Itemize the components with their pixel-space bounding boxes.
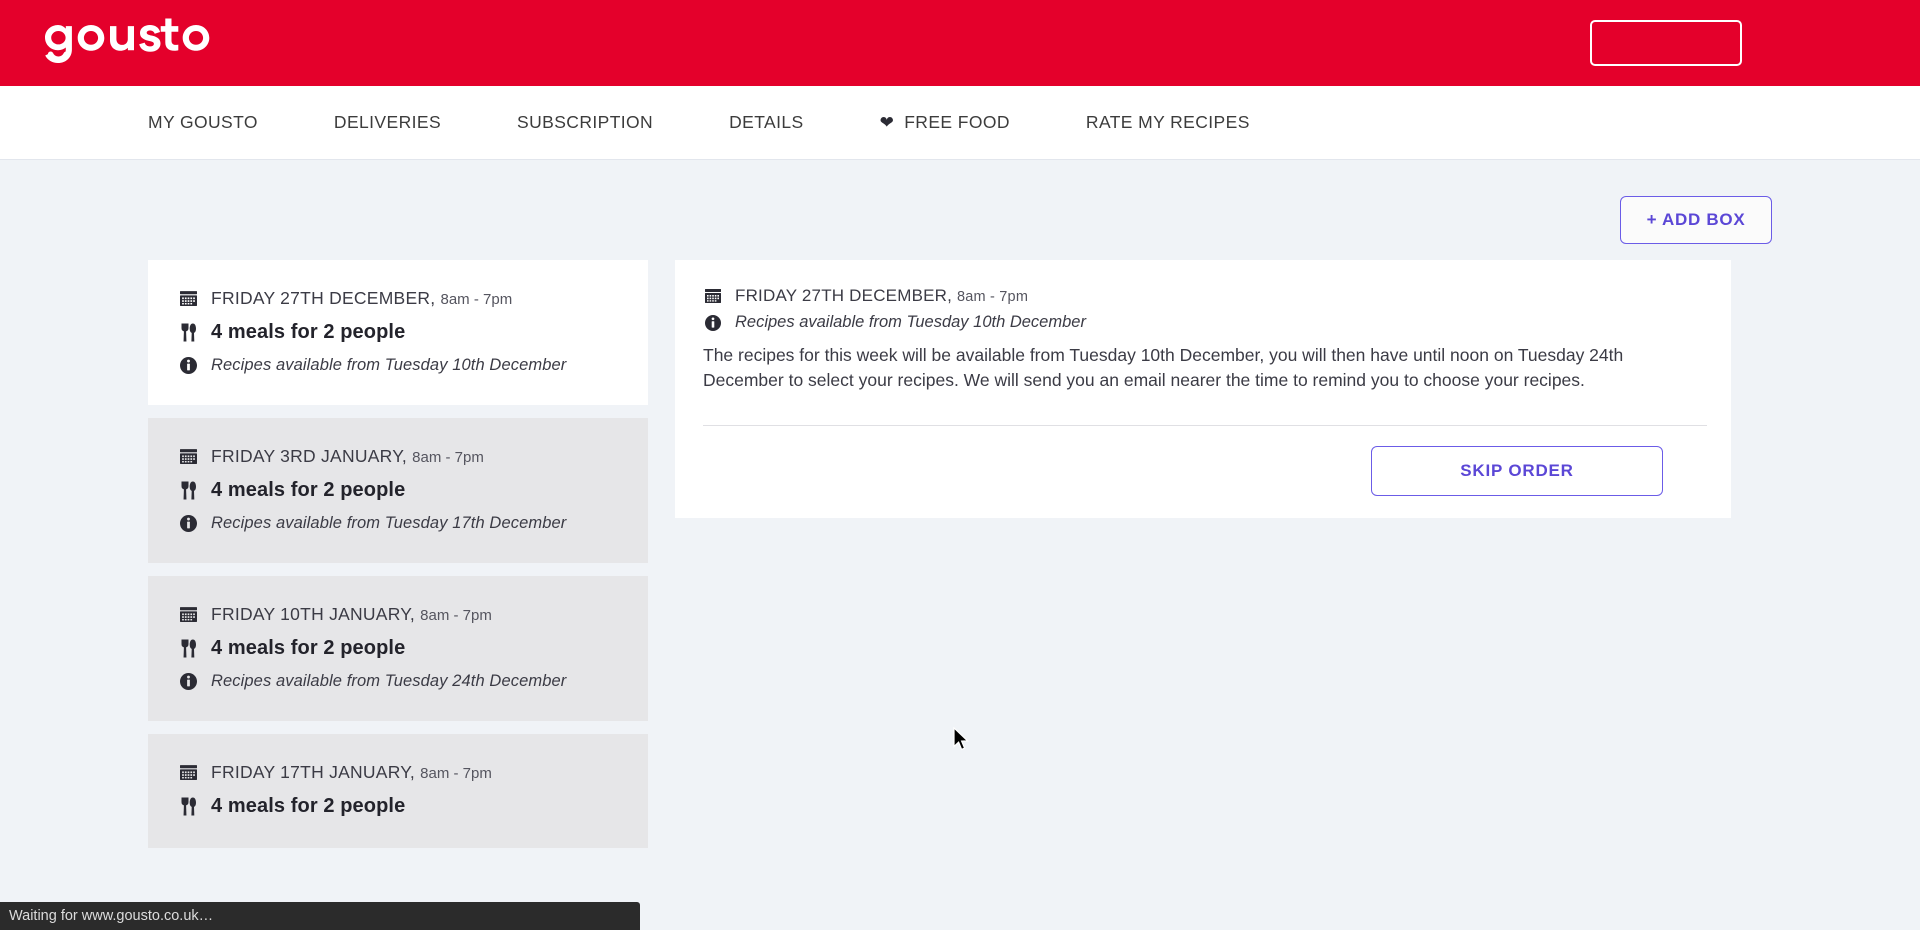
delivery-meals-row: 4 meals for 2 people xyxy=(178,479,618,502)
delivery-date: FRIDAY 3RD JANUARY, 8am - 7pm xyxy=(211,446,484,466)
delivery-detail-panel: FRIDAY 27TH DECEMBER, 8am - 7pm Recipes … xyxy=(675,260,1731,518)
delivery-date-row: FRIDAY 27TH DECEMBER, 8am - 7pm xyxy=(178,288,618,309)
delivery-time: 8am - 7pm xyxy=(420,765,492,782)
skip-order-button[interactable]: SKIP ORDER xyxy=(1371,445,1663,496)
delivery-meals: 4 meals for 2 people xyxy=(211,795,406,817)
delivery-card-1[interactable]: FRIDAY 3RD JANUARY, 8am - 7pm 4 meals fo… xyxy=(148,418,648,563)
delivery-meals-row: 4 meals for 2 people xyxy=(178,637,618,660)
delivery-recipes-row: Recipes available from Tuesday 17th Dece… xyxy=(178,514,618,533)
delivery-recipes: Recipes available from Tuesday 17th Dece… xyxy=(211,514,567,532)
detail-time: 8am - 7pm xyxy=(957,289,1029,305)
nav-label: RATE MY RECIPES xyxy=(1085,112,1250,132)
nav-label: DETAILS xyxy=(729,112,804,132)
calendar-icon xyxy=(703,288,723,304)
nav-item-rate-my-recipes[interactable]: RATE MY RECIPES xyxy=(1086,112,1250,133)
calendar-icon xyxy=(178,764,198,781)
calendar-icon xyxy=(178,448,198,465)
delivery-time: 8am - 7pm xyxy=(440,291,513,308)
cutlery-icon xyxy=(178,797,198,816)
nav-label: DELIVERIES xyxy=(333,112,442,132)
delivery-meals: 4 meals for 2 people xyxy=(211,479,406,501)
cutlery-icon xyxy=(178,323,198,342)
nav-label: MY GOUSTO xyxy=(148,112,258,132)
delivery-meals-row: 4 meals for 2 people xyxy=(178,795,618,818)
detail-divider xyxy=(703,424,1707,426)
delivery-date-row: FRIDAY 10TH JANUARY, 8am - 7pm xyxy=(178,604,618,625)
detail-actions: SKIP ORDER xyxy=(703,445,1707,496)
delivery-meals-row: 4 meals for 2 people xyxy=(178,321,618,344)
heart-icon: ❤ xyxy=(879,113,895,132)
browser-status-bar: Waiting for www.gousto.co.uk… xyxy=(0,902,640,930)
delivery-time: 8am - 7pm xyxy=(420,607,492,624)
add-box-button[interactable]: + ADD BOX xyxy=(1620,196,1772,244)
delivery-card-3[interactable]: FRIDAY 17TH JANUARY, 8am - 7pm 4 meals f… xyxy=(148,734,648,848)
delivery-card-0[interactable]: FRIDAY 27TH DECEMBER, 8am - 7pm 4 meals … xyxy=(148,260,648,405)
detail-recipes: Recipes available from Tuesday 10th Dece… xyxy=(735,313,1086,331)
main-navigation: MY GOUSTO DELIVERIES SUBSCRIPTION DETAIL… xyxy=(0,86,1920,160)
delivery-recipes-row: Recipes available from Tuesday 10th Dece… xyxy=(178,356,618,375)
delivery-list: FRIDAY 27TH DECEMBER, 8am - 7pm 4 meals … xyxy=(148,260,648,861)
nav-item-free-food[interactable]: ❤ FREE FOOD xyxy=(880,112,1010,133)
info-icon xyxy=(178,357,198,374)
delivery-recipes: Recipes available from Tuesday 10th Dece… xyxy=(211,356,567,374)
brand-header xyxy=(0,0,1920,86)
nav-label: SUBSCRIPTION xyxy=(517,112,654,132)
delivery-date-row: FRIDAY 17TH JANUARY, 8am - 7pm xyxy=(178,762,618,783)
delivery-date: FRIDAY 10TH JANUARY, 8am - 7pm xyxy=(211,604,492,624)
account-button[interactable] xyxy=(1590,20,1742,66)
delivery-meals: 4 meals for 2 people xyxy=(211,321,406,343)
gousto-logo[interactable] xyxy=(38,17,216,69)
deliveries-layout: FRIDAY 27TH DECEMBER, 8am - 7pm 4 meals … xyxy=(148,260,1772,861)
page-content: + ADD BOX FRIDAY 27TH DECEMBER, 8am - 7p… xyxy=(0,160,1920,861)
detail-date-row: FRIDAY 27TH DECEMBER, 8am - 7pm xyxy=(703,286,1707,306)
nav-label: FREE FOOD xyxy=(904,112,1010,132)
status-text: Waiting for www.gousto.co.uk… xyxy=(9,908,214,924)
detail-date: FRIDAY 27TH DECEMBER, 8am - 7pm xyxy=(735,286,1029,305)
nav-item-subscription[interactable]: SUBSCRIPTION xyxy=(517,112,653,133)
info-icon xyxy=(703,314,723,331)
detail-description: The recipes for this week will be availa… xyxy=(703,345,1624,390)
info-icon xyxy=(178,515,198,532)
detail-recipes-row: Recipes available from Tuesday 10th Dece… xyxy=(703,313,1707,332)
cutlery-icon xyxy=(178,639,198,658)
delivery-date: FRIDAY 17TH JANUARY, 8am - 7pm xyxy=(211,762,492,782)
delivery-recipes-row: Recipes available from Tuesday 24th Dece… xyxy=(178,672,618,691)
delivery-recipes: Recipes available from Tuesday 24th Dece… xyxy=(211,672,567,690)
nav-item-details[interactable]: DETAILS xyxy=(729,112,803,133)
cutlery-icon xyxy=(178,481,198,500)
calendar-icon xyxy=(178,290,198,307)
nav-item-deliveries[interactable]: DELIVERIES xyxy=(334,112,441,133)
delivery-time: 8am - 7pm xyxy=(412,449,484,466)
delivery-date: FRIDAY 27TH DECEMBER, 8am - 7pm xyxy=(211,288,513,308)
delivery-card-2[interactable]: FRIDAY 10TH JANUARY, 8am - 7pm 4 meals f… xyxy=(148,576,648,721)
toolbar: + ADD BOX xyxy=(148,160,1772,260)
info-icon xyxy=(178,673,198,690)
nav-item-my-gousto[interactable]: MY GOUSTO xyxy=(148,112,258,133)
delivery-date-row: FRIDAY 3RD JANUARY, 8am - 7pm xyxy=(178,446,618,467)
delivery-meals: 4 meals for 2 people xyxy=(211,637,406,659)
calendar-icon xyxy=(178,606,198,623)
